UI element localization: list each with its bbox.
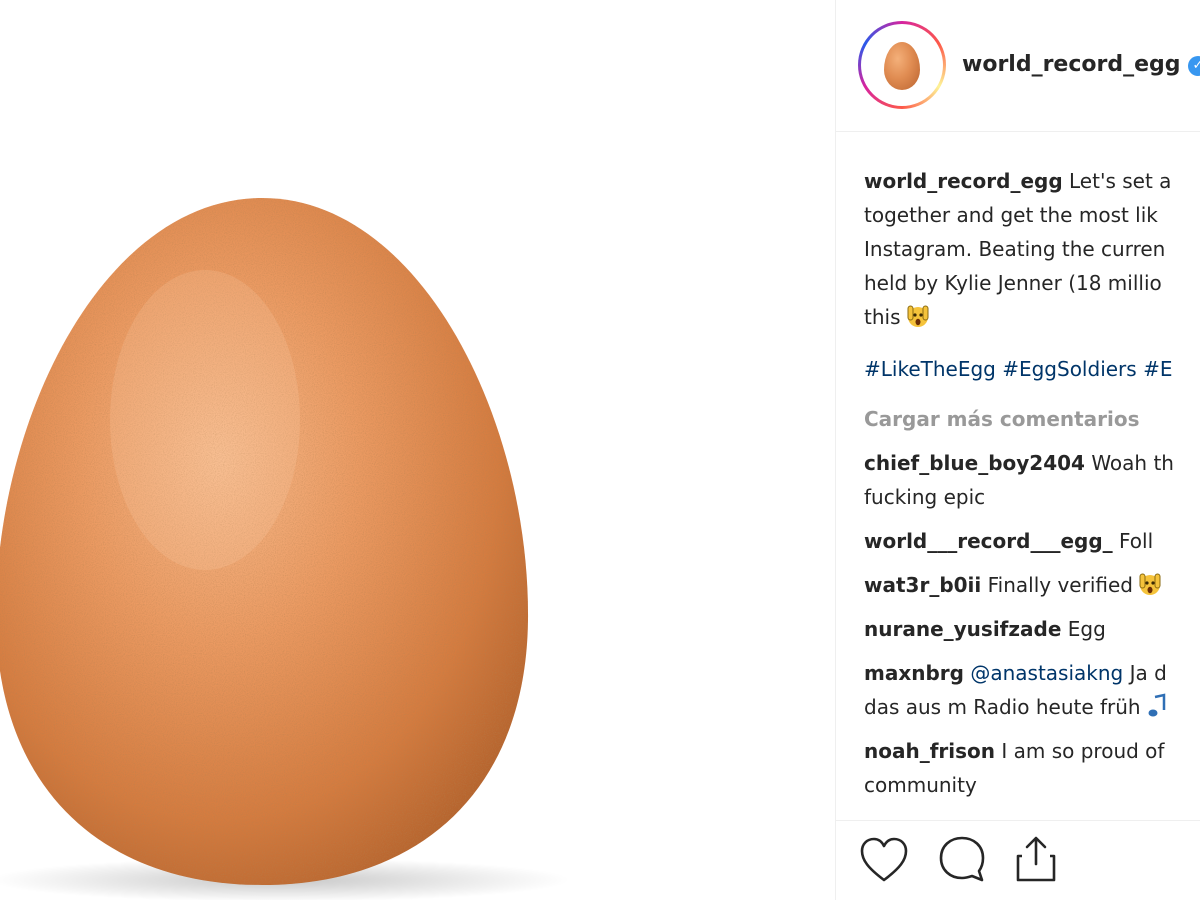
- post-header: world_record_egg ✓: [836, 0, 1200, 132]
- instagram-post-view: world_record_egg ✓ world_record_egg Let'…: [0, 0, 1200, 900]
- comment-username[interactable]: world___record___egg_: [864, 529, 1113, 553]
- comment-bubble-icon[interactable]: [936, 834, 988, 890]
- comment-username[interactable]: chief_blue_boy2404: [864, 451, 1085, 475]
- comment-username[interactable]: wat3r_b0ii: [864, 573, 981, 597]
- actions-divider: [836, 820, 1200, 821]
- comment-username[interactable]: nurane_yusifzade: [864, 617, 1061, 641]
- comments-list: world_record_egg Let's set a together an…: [864, 164, 1200, 820]
- hashtags-line: #LikeTheEgg #EggSoldiers #E: [864, 352, 1200, 386]
- hashtag-link[interactable]: #E: [1143, 357, 1172, 381]
- scream-face-emoji-icon: [1139, 573, 1161, 595]
- comment-username[interactable]: maxnbrg: [864, 661, 964, 685]
- comment-item: chief_blue_boy2404 Woah th fucking epic: [864, 451, 1174, 509]
- comment-item: noah_frison I am so proud of community: [864, 739, 1165, 797]
- comment-item: maxnbrg @anastasiakng Ja d das aus m Rad…: [864, 661, 1167, 719]
- avatar[interactable]: [858, 21, 946, 109]
- scream-face-emoji-icon: [907, 305, 928, 327]
- author-username[interactable]: world_record_egg: [962, 52, 1181, 77]
- comment-item: world___record___egg_ Foll: [864, 529, 1154, 553]
- verified-badge-icon: ✓: [1188, 56, 1200, 76]
- post-photo[interactable]: [0, 0, 835, 900]
- heart-icon[interactable]: [858, 834, 910, 890]
- load-more-comments-button[interactable]: Cargar más comentarios: [864, 402, 1200, 436]
- hashtag-link[interactable]: #EggSoldiers: [1002, 357, 1136, 381]
- share-icon[interactable]: [1010, 834, 1062, 890]
- egg-image: [0, 198, 570, 900]
- caption-username[interactable]: world_record_egg: [864, 169, 1063, 193]
- comment-item: wat3r_b0ii Finally verified: [864, 568, 1200, 602]
- comment-item: nurane_yusifzade Egg: [864, 617, 1106, 641]
- post-side-panel: world_record_egg ✓ world_record_egg Let'…: [836, 0, 1200, 900]
- music-note-emoji-icon: [1148, 693, 1165, 717]
- hashtag-link[interactable]: #LikeTheEgg: [864, 357, 996, 381]
- mention-link[interactable]: @anastasiakng: [970, 661, 1123, 685]
- comment-username[interactable]: noah_frison: [864, 739, 995, 763]
- post-caption: world_record_egg Let's set a together an…: [864, 169, 1172, 329]
